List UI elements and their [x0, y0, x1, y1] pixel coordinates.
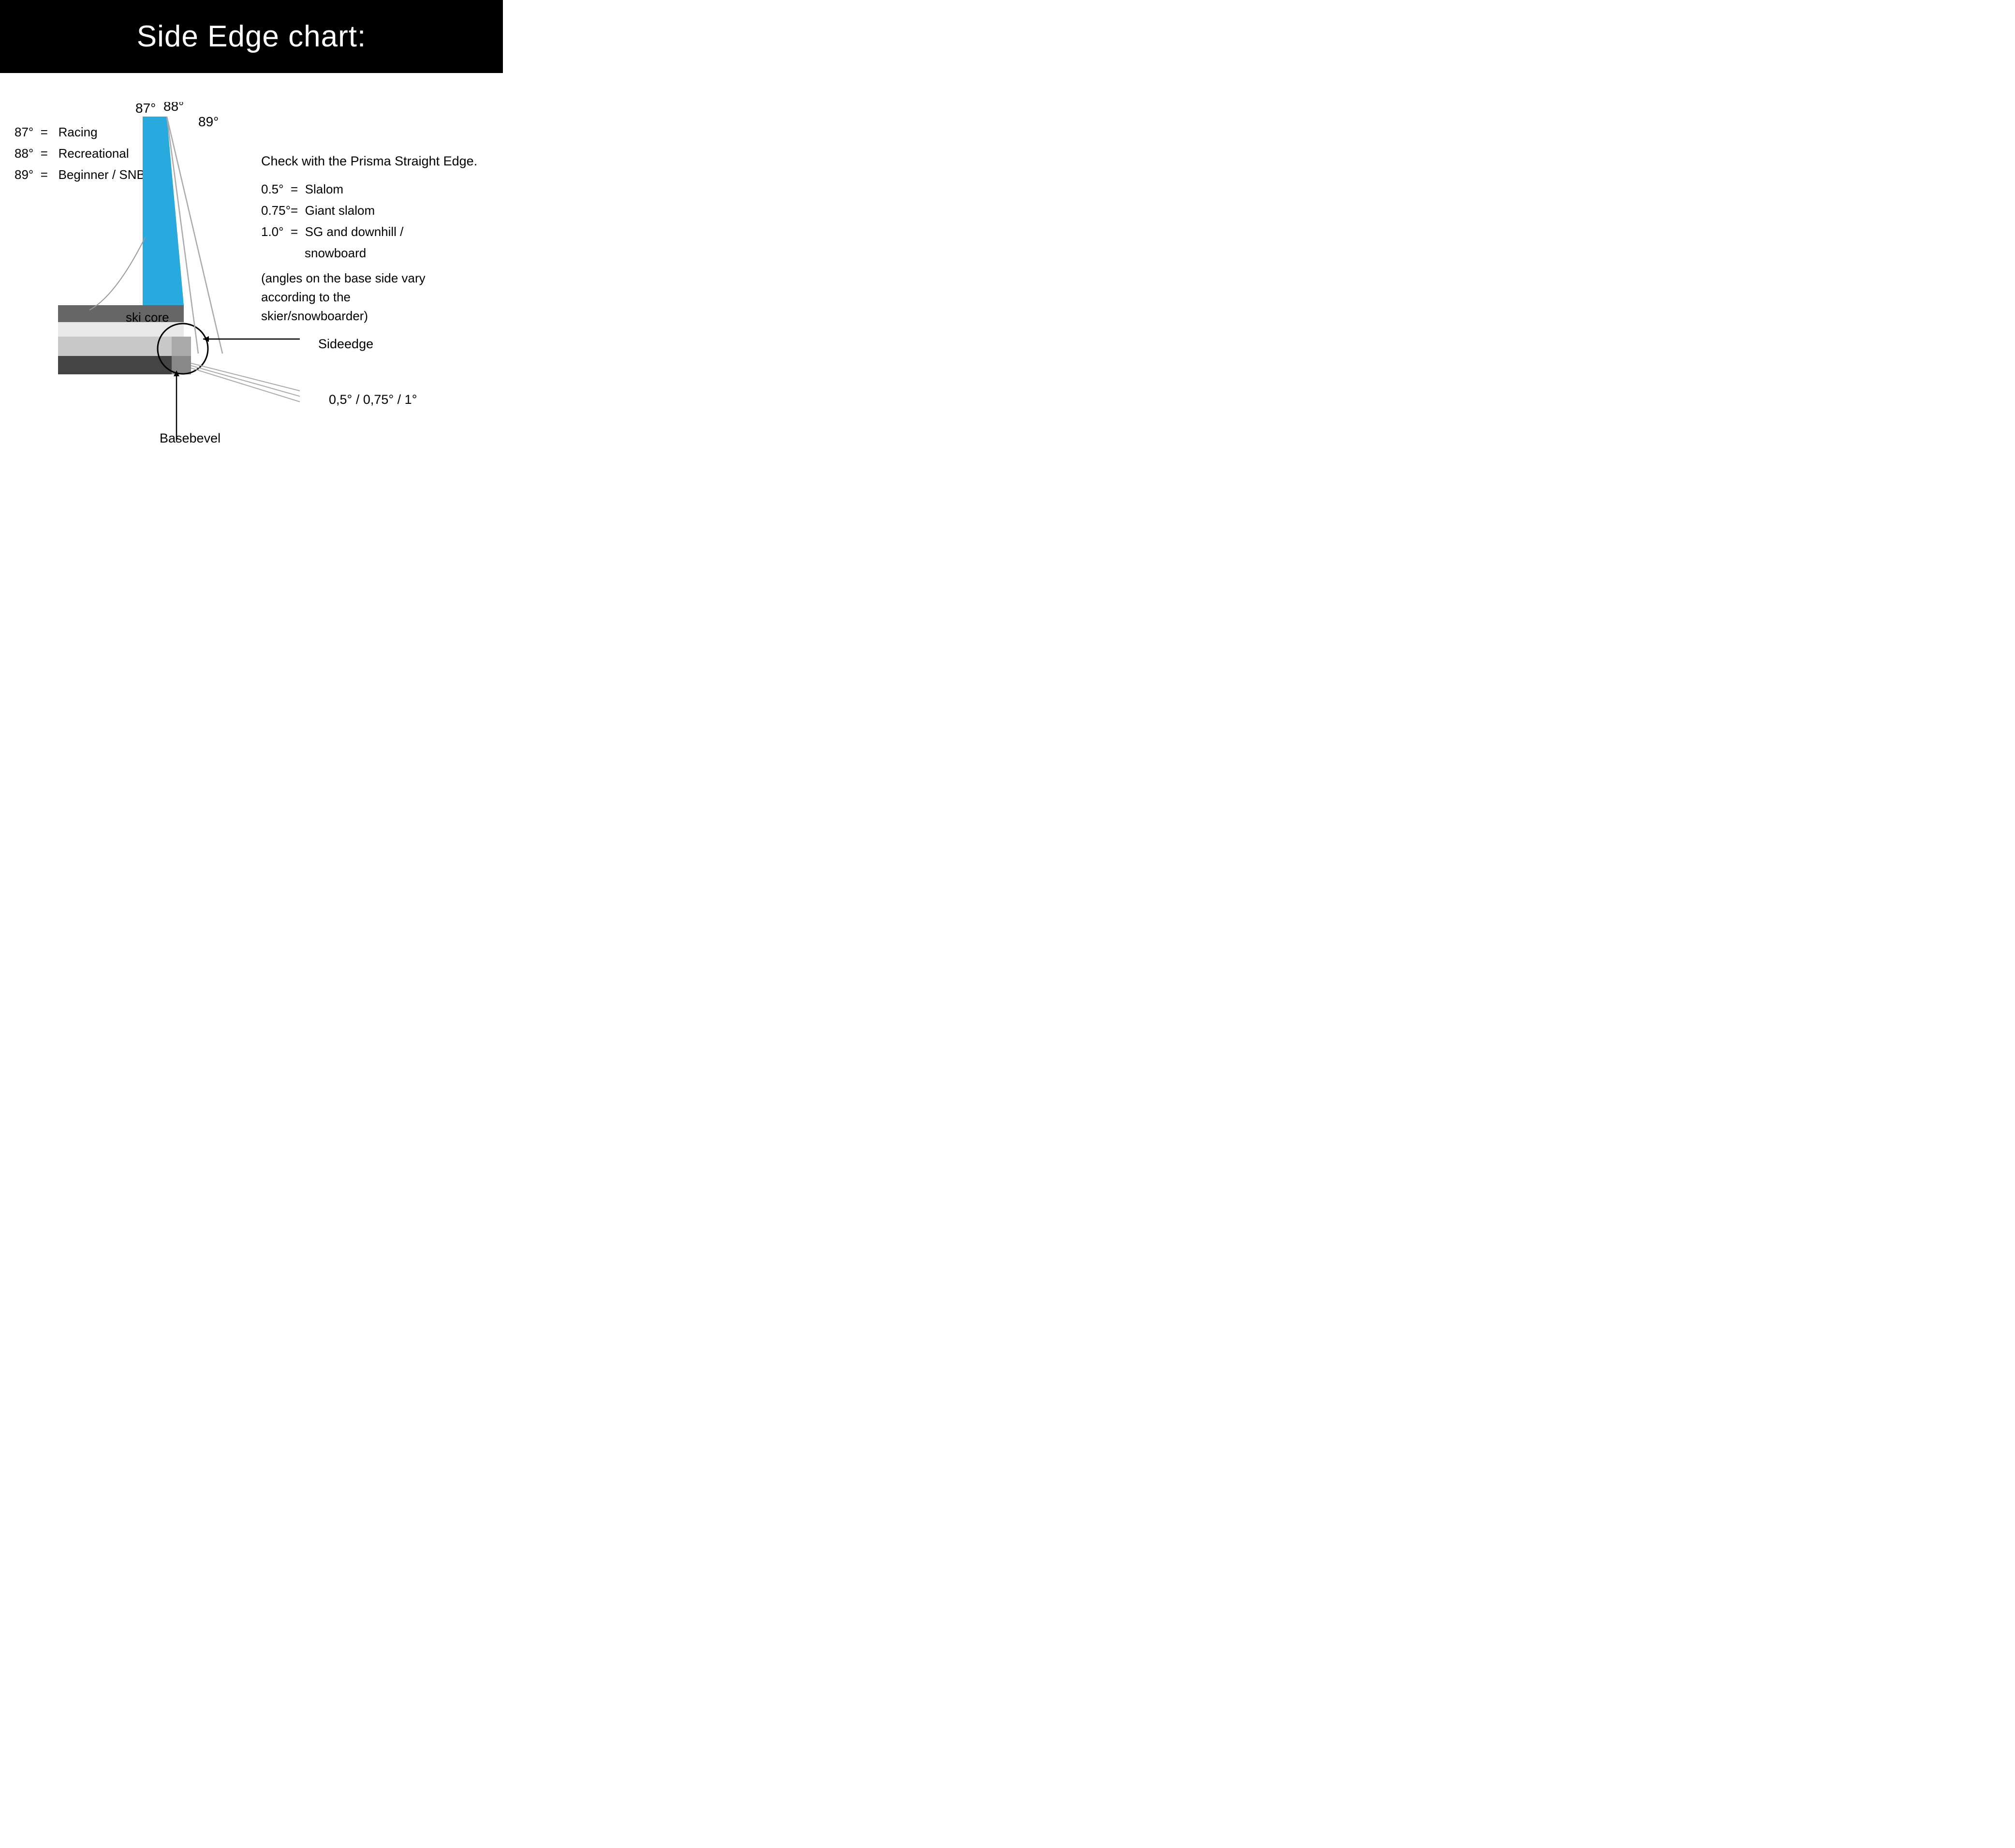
content-area: 87° = Racing 88° = Recreational 89° = Be…	[0, 73, 503, 450]
check-line: Check with the Prisma Straight Edge.	[261, 150, 477, 173]
ski-layer-bottom	[58, 337, 184, 356]
edge-step	[172, 337, 191, 356]
ski-edge-blue	[143, 117, 184, 305]
legend-angle-89: 89°	[15, 167, 33, 182]
legend-angle-87: 87°	[15, 125, 33, 139]
angle-gs: 0.75°= Giant slalom	[261, 200, 477, 221]
ski-core-label: ski core	[126, 310, 169, 325]
basebevel-label: Basebevel	[160, 431, 221, 446]
angle-sg: 1.0° = SG and downhill /	[261, 221, 477, 242]
page-header: Side Edge chart:	[0, 0, 503, 73]
angle-88-label: 88°	[163, 102, 184, 114]
right-info-block: Check with the Prisma Straight Edge. 0.5…	[261, 150, 477, 325]
angle-lines: 0.5° = Slalom 0.75°= Giant slalom 1.0° =…	[261, 178, 477, 264]
legend-angle-88: 88°	[15, 146, 33, 161]
paren-info: (angles on the base side vary according …	[261, 269, 435, 325]
ski-base-dark	[58, 356, 184, 374]
angle-bottom-label: 0,5° / 0,75° / 1°	[329, 392, 417, 407]
angle-89-label: 89°	[198, 114, 219, 129]
edge-base-step	[172, 356, 191, 374]
basebevel-angle-line-3	[191, 368, 300, 421]
angle-snowboard: snowboard	[261, 242, 477, 264]
angle-slalom: 0.5° = Slalom	[261, 178, 477, 200]
angle-87-label: 87°	[135, 102, 156, 116]
sideedge-label: Sideedge	[318, 337, 373, 352]
page-title: Side Edge chart:	[10, 19, 493, 54]
callout-line-core	[89, 237, 145, 310]
